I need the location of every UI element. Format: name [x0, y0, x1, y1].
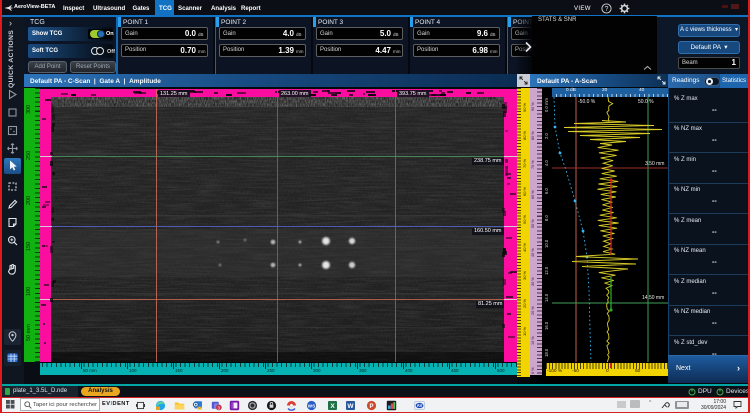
svg-text:?: ? — [605, 6, 609, 13]
svg-text:WS: WS — [308, 403, 315, 408]
svg-text:AV: AV — [417, 403, 423, 408]
svg-text:X: X — [330, 403, 335, 410]
svg-text:W: W — [347, 403, 354, 410]
svg-text:P: P — [369, 403, 373, 409]
svg-text:3: 3 — [217, 405, 220, 410]
